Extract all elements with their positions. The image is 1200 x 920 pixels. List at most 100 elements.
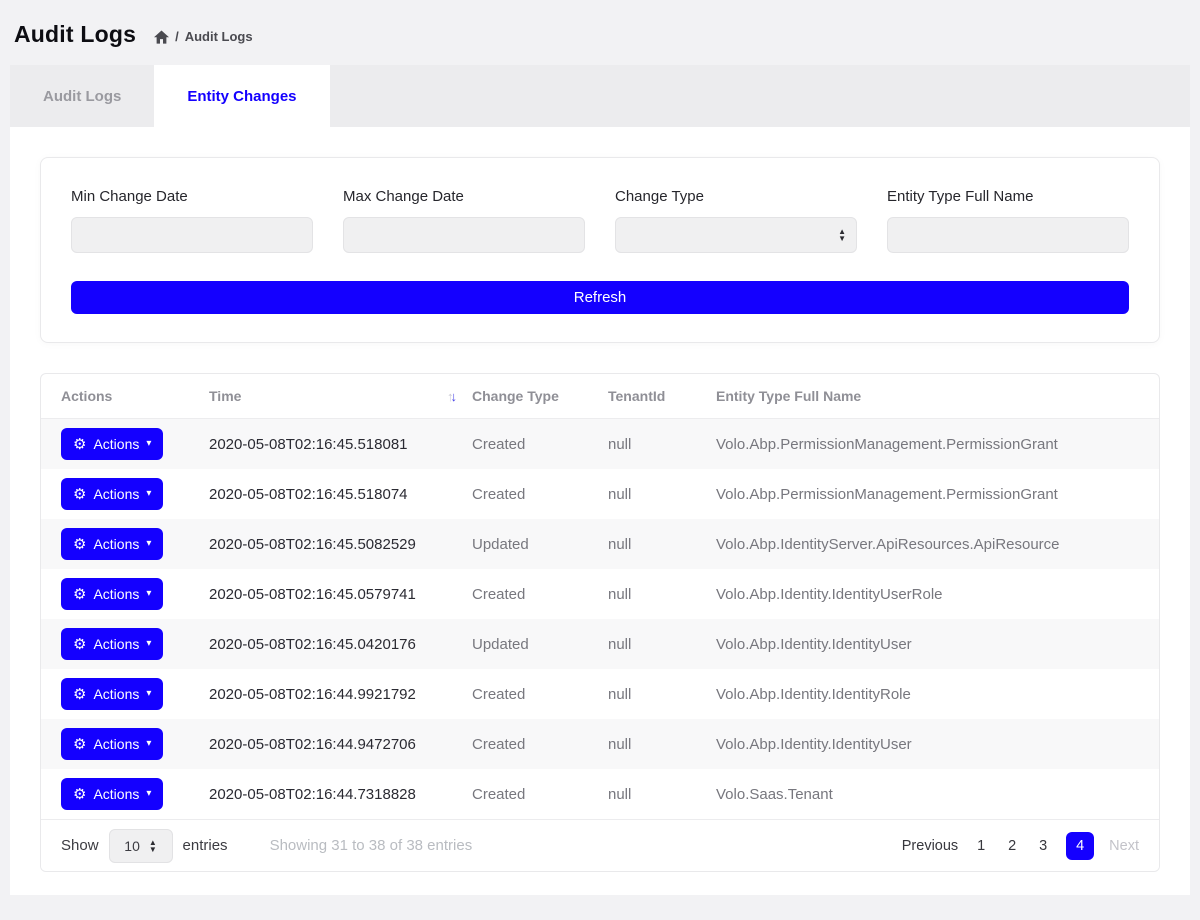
home-icon[interactable] xyxy=(154,30,169,44)
pagination-previous[interactable]: Previous xyxy=(902,838,958,854)
breadcrumb-current: Audit Logs xyxy=(185,29,253,44)
time-cell: 2020-05-08T02:16:44.9472706 xyxy=(209,736,472,753)
tab-entity-changes[interactable]: Entity Changes xyxy=(154,65,329,127)
table-row: ⚙ Actions ▾ 2020-05-08T02:16:45.518074 C… xyxy=(41,469,1159,519)
change-type-label: Change Type xyxy=(615,188,857,205)
time-cell: 2020-05-08T02:16:45.5082529 xyxy=(209,536,472,553)
actions-button[interactable]: ⚙ Actions ▾ xyxy=(61,778,163,810)
sort-icon[interactable]: ↑↓ xyxy=(447,389,454,404)
filter-field-change-type: Change Type ▲▼ xyxy=(615,188,857,253)
entity-type-cell: Volo.Abp.PermissionManagement.Permission… xyxy=(716,436,1139,453)
tenant-id-cell: null xyxy=(608,686,716,703)
time-cell: 2020-05-08T02:16:45.518074 xyxy=(209,486,472,503)
breadcrumb: / Audit Logs xyxy=(154,25,253,44)
entity-type-cell: Volo.Abp.Identity.IdentityUserRole xyxy=(716,586,1139,603)
column-header-tenant-id: TenantId xyxy=(608,388,716,404)
caret-down-icon: ▾ xyxy=(146,739,151,749)
table-row: ⚙ Actions ▾ 2020-05-08T02:16:44.9921792 … xyxy=(41,669,1159,719)
show-label: Show xyxy=(61,837,99,854)
tab-audit-logs[interactable]: Audit Logs xyxy=(10,65,154,127)
time-cell: 2020-05-08T02:16:44.9921792 xyxy=(209,686,472,703)
min-change-date-input[interactable] xyxy=(71,217,313,253)
actions-cell: ⚙ Actions ▾ xyxy=(61,678,209,710)
gear-icon: ⚙ xyxy=(73,587,86,602)
filter-grid: Min Change Date Max Change Date Change T… xyxy=(71,188,1129,253)
table-body: ⚙ Actions ▾ 2020-05-08T02:16:45.518081 C… xyxy=(41,419,1159,819)
page-size-select[interactable]: 10 ▲▼ xyxy=(109,829,173,863)
entity-type-cell: Volo.Abp.PermissionManagement.Permission… xyxy=(716,486,1139,503)
actions-button[interactable]: ⚙ Actions ▾ xyxy=(61,728,163,760)
gear-icon: ⚙ xyxy=(73,687,86,702)
pagination-page-1[interactable]: 1 xyxy=(973,838,989,854)
actions-button[interactable]: ⚙ Actions ▾ xyxy=(61,678,163,710)
caret-down-icon: ▾ xyxy=(146,589,151,599)
gear-icon: ⚙ xyxy=(73,737,86,752)
column-header-change-type: Change Type xyxy=(472,388,608,404)
select-arrows-icon: ▲▼ xyxy=(149,839,157,853)
change-type-cell: Created xyxy=(472,486,608,503)
caret-down-icon: ▾ xyxy=(146,639,151,649)
entity-type-cell: Volo.Abp.IdentityServer.ApiResources.Api… xyxy=(716,536,1139,553)
filter-field-min-change-date: Min Change Date xyxy=(71,188,313,253)
actions-cell: ⚙ Actions ▾ xyxy=(61,578,209,610)
actions-cell: ⚙ Actions ▾ xyxy=(61,428,209,460)
gear-icon: ⚙ xyxy=(73,537,86,552)
table-row: ⚙ Actions ▾ 2020-05-08T02:16:45.518081 C… xyxy=(41,419,1159,469)
column-header-entity-type: Entity Type Full Name xyxy=(716,388,1139,404)
change-type-cell: Updated xyxy=(472,536,608,553)
actions-cell: ⚙ Actions ▾ xyxy=(61,478,209,510)
actions-button[interactable]: ⚙ Actions ▾ xyxy=(61,428,163,460)
pagination-page-3[interactable]: 3 xyxy=(1035,838,1051,854)
entity-type-label: Entity Type Full Name xyxy=(887,188,1129,205)
actions-button[interactable]: ⚙ Actions ▾ xyxy=(61,628,163,660)
actions-cell: ⚙ Actions ▾ xyxy=(61,778,209,810)
gear-icon: ⚙ xyxy=(73,637,86,652)
page-header: Audit Logs / Audit Logs xyxy=(0,0,1200,65)
actions-button[interactable]: ⚙ Actions ▾ xyxy=(61,528,163,560)
gear-icon: ⚙ xyxy=(73,787,86,802)
column-header-time[interactable]: Time ↑↓ xyxy=(209,388,472,404)
gear-icon: ⚙ xyxy=(73,487,86,502)
caret-down-icon: ▾ xyxy=(146,439,151,449)
actions-cell: ⚙ Actions ▾ xyxy=(61,728,209,760)
caret-down-icon: ▾ xyxy=(146,539,151,549)
tenant-id-cell: null xyxy=(608,436,716,453)
time-cell: 2020-05-08T02:16:44.7318828 xyxy=(209,786,472,803)
entity-type-cell: Volo.Abp.Identity.IdentityUser xyxy=(716,636,1139,653)
change-type-select[interactable]: ▲▼ xyxy=(615,217,857,253)
caret-down-icon: ▾ xyxy=(146,789,151,799)
tenant-id-cell: null xyxy=(608,486,716,503)
actions-button[interactable]: ⚙ Actions ▾ xyxy=(61,578,163,610)
select-arrows-icon: ▲▼ xyxy=(838,228,846,242)
actions-button[interactable]: ⚙ Actions ▾ xyxy=(61,478,163,510)
entity-type-input[interactable] xyxy=(887,217,1129,253)
filter-card: Min Change Date Max Change Date Change T… xyxy=(40,157,1160,343)
refresh-button[interactable]: Refresh xyxy=(71,281,1129,314)
tenant-id-cell: null xyxy=(608,636,716,653)
pagination-next[interactable]: Next xyxy=(1109,838,1139,854)
max-change-date-input[interactable] xyxy=(343,217,585,253)
pagination-page-4-active[interactable]: 4 xyxy=(1066,832,1094,860)
actions-cell: ⚙ Actions ▾ xyxy=(61,528,209,560)
entity-type-cell: Volo.Abp.Identity.IdentityRole xyxy=(716,686,1139,703)
tenant-id-cell: null xyxy=(608,586,716,603)
time-cell: 2020-05-08T02:16:45.518081 xyxy=(209,436,472,453)
entries-label: entries xyxy=(183,837,228,854)
caret-down-icon: ▾ xyxy=(146,489,151,499)
pagination-page-2[interactable]: 2 xyxy=(1004,838,1020,854)
change-type-cell: Created xyxy=(472,786,608,803)
time-cell: 2020-05-08T02:16:45.0420176 xyxy=(209,636,472,653)
tenant-id-cell: null xyxy=(608,786,716,803)
table-row: ⚙ Actions ▾ 2020-05-08T02:16:45.0579741 … xyxy=(41,569,1159,619)
time-cell: 2020-05-08T02:16:45.0579741 xyxy=(209,586,472,603)
tab-strip: Audit Logs Entity Changes xyxy=(10,65,1190,127)
column-header-actions: Actions xyxy=(61,388,209,404)
table-row: ⚙ Actions ▾ 2020-05-08T02:16:44.7318828 … xyxy=(41,769,1159,819)
breadcrumb-separator: / xyxy=(175,29,179,44)
change-type-cell: Created xyxy=(472,586,608,603)
min-change-date-label: Min Change Date xyxy=(71,188,313,205)
table-row: ⚙ Actions ▾ 2020-05-08T02:16:45.5082529 … xyxy=(41,519,1159,569)
max-change-date-label: Max Change Date xyxy=(343,188,585,205)
pagination: Previous 1 2 3 4 Next xyxy=(902,832,1139,860)
content-panel: Min Change Date Max Change Date Change T… xyxy=(10,127,1190,895)
